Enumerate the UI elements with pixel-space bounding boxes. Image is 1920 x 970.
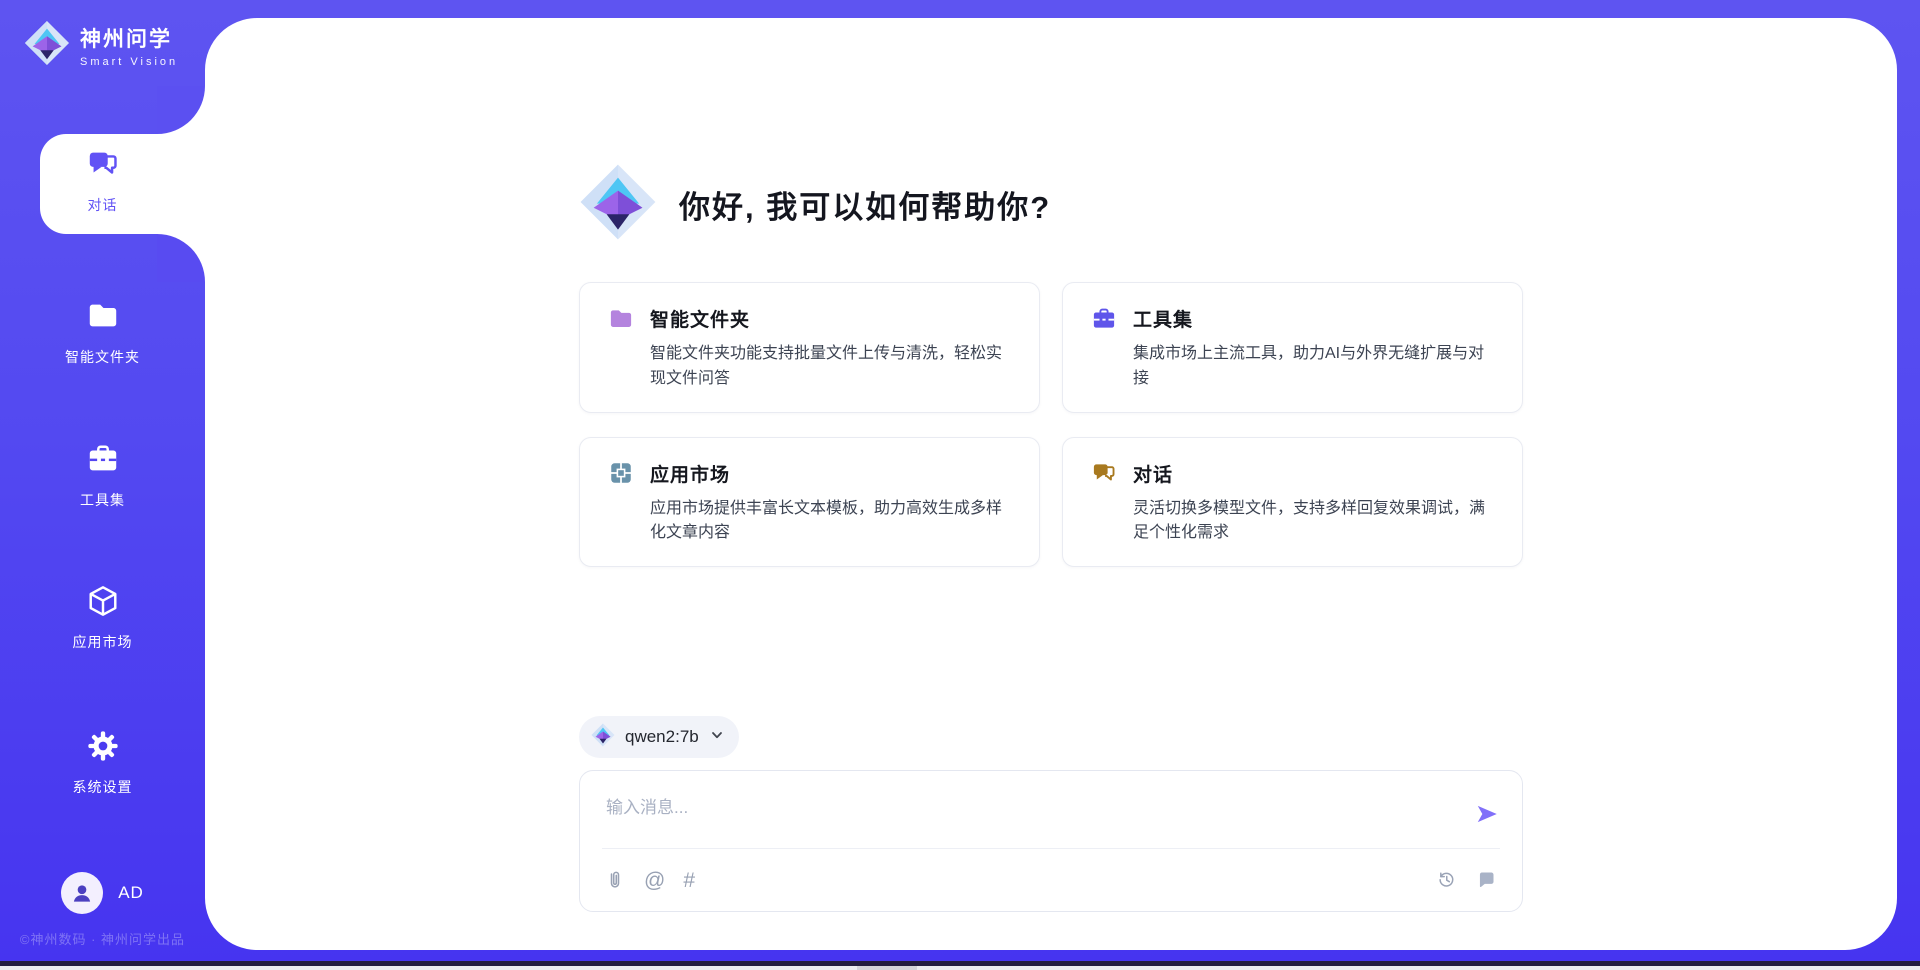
brand-logo-icon [24,20,70,71]
sidebar-item-toolbox[interactable]: 工具集 [0,442,205,510]
card-toolbox[interactable]: 工具集 集成市场上主流工具，助力AI与外界无缝扩展与对接 [1062,282,1523,413]
sidebar-item-chat[interactable]: 对话 [0,147,205,215]
greeting: 你好, 我可以如何帮助你? [579,163,1523,246]
sidebar-item-label: 智能文件夹 [0,347,205,367]
model-logo-icon [591,723,615,752]
cube-icon [86,584,120,618]
card-title: 智能文件夹 [650,305,750,332]
sidebar-item-label: 对话 [0,195,205,215]
gear-icon [86,729,120,763]
card-description: 智能文件夹功能支持批量文件上传与清洗，轻松实现文件问答 [650,342,1013,392]
copyright-footer: ©神州数码 · 神州问学出品 [0,929,205,948]
grid-icon [608,460,634,486]
folder-icon [86,299,120,333]
main-panel: 你好, 我可以如何帮助你? 智能文件夹 智能文件夹功能支持批量文件上传与清洗，轻… [205,18,1897,950]
sidebar-item-label: 工具集 [0,490,205,510]
attachment-icon[interactable] [604,869,626,891]
horizontal-scrollbar[interactable] [0,966,1920,970]
tab-fillet-bottom [157,234,205,282]
brand-name: 神州问学 [80,23,178,53]
card-title: 对话 [1133,460,1173,487]
sidebar-item-label: 系统设置 [0,777,205,797]
card-smart-folder[interactable]: 智能文件夹 智能文件夹功能支持批量文件上传与清洗，轻松实现文件问答 [579,282,1040,413]
sidebar-item-settings[interactable]: 系统设置 [0,729,205,797]
card-description: 集成市场上主流工具，助力AI与外界无缝扩展与对接 [1133,342,1496,392]
card-title: 工具集 [1133,305,1193,332]
card-app-market[interactable]: 应用市场 应用市场提供丰富长文本模板，助力高效生成多样化文章内容 [579,437,1040,568]
scrollbar-thumb[interactable] [857,966,917,970]
sidebar: 神州问学 Smart Vision 对话 智能文件夹 [0,0,205,970]
history-icon[interactable] [1436,869,1458,891]
mention-icon[interactable]: @ [644,870,665,891]
user-avatar-icon [61,872,103,914]
card-chat[interactable]: 对话 灵活切换多模型文件，支持多样回复效果调试，满足个性化需求 [1062,437,1523,568]
assistant-logo-icon [579,163,657,246]
message-composer: @ # [579,770,1523,912]
card-description: 灵活切换多模型文件，支持多样回复效果调试，满足个性化需求 [1133,497,1496,547]
hash-icon[interactable]: # [683,870,695,891]
toolbox-icon [1091,306,1117,332]
model-name: qwen2:7b [625,727,699,747]
model-selector[interactable]: qwen2:7b [579,716,739,758]
toolbox-icon [86,442,120,476]
composer-toolbar: @ # [580,849,1522,911]
chevron-down-icon [709,727,725,748]
tab-fillet-top [157,86,205,134]
user-initials: AD [118,883,144,903]
sidebar-item-app-market[interactable]: 应用市场 [0,584,205,652]
feedback-icon[interactable] [1476,869,1498,891]
card-title: 应用市场 [650,460,730,487]
folder-icon [608,306,634,332]
user-profile[interactable]: AD [0,872,205,914]
send-icon[interactable] [1474,801,1500,827]
brand: 神州问学 Smart Vision [24,20,178,71]
feature-cards: 智能文件夹 智能文件夹功能支持批量文件上传与清洗，轻松实现文件问答 [579,282,1523,567]
greeting-title: 你好, 我可以如何帮助你? [679,182,1051,227]
message-input[interactable] [580,771,1522,848]
chat-icon [1091,460,1117,486]
sidebar-item-label: 应用市场 [0,632,205,652]
sidebar-item-smart-folder[interactable]: 智能文件夹 [0,299,205,367]
brand-subtitle: Smart Vision [80,56,178,68]
chat-icon [86,147,120,181]
card-description: 应用市场提供丰富长文本模板，助力高效生成多样化文章内容 [650,497,1013,547]
